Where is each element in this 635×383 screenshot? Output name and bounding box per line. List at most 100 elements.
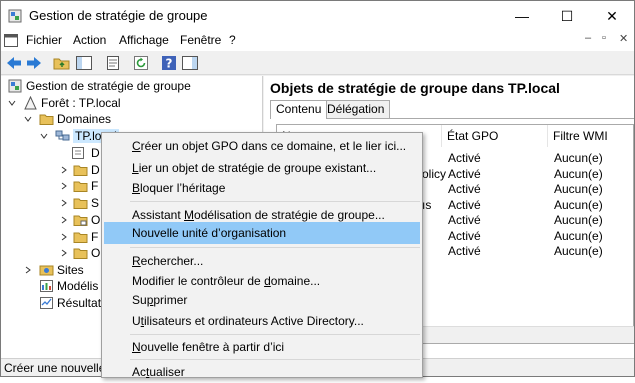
properties-icon[interactable] (104, 54, 122, 72)
status-text: Créer une nouvelle u (4, 361, 116, 375)
ctx-separator (130, 359, 420, 360)
row-state: Activé (448, 151, 481, 165)
close-button[interactable]: ✕ (590, 1, 634, 31)
mdi-minimize-button[interactable]: – (585, 32, 591, 44)
row-wmi: Aucun(e) (554, 167, 603, 181)
chevron-right-icon[interactable] (24, 266, 32, 274)
ctx-aduc[interactable]: Utilisateurs et ordinateurs Active Direc… (104, 310, 420, 332)
gpmc-root-icon (8, 79, 22, 93)
menu-action[interactable]: Action (73, 33, 106, 47)
chevron-right-icon[interactable] (60, 216, 68, 224)
chevron-down-icon[interactable] (8, 99, 16, 107)
row-state: Activé (448, 167, 481, 181)
action-pane-icon[interactable] (181, 54, 199, 72)
ctx-accel: C (132, 139, 141, 153)
tab-contenu[interactable]: Contenu (270, 100, 328, 119)
ctx-label-post: loquer l’héritage (140, 181, 226, 195)
sites-icon (39, 265, 54, 276)
ctx-accel: d (264, 274, 271, 288)
ctx-refresh[interactable]: Actualiser (104, 361, 420, 383)
ctx-label-pre: U (132, 314, 141, 328)
chevron-right-icon[interactable] (60, 233, 68, 241)
ctx-new-window[interactable]: Nouvelle fenêtre à partir d’ici (104, 336, 420, 358)
window-title: Gestion de stratégie de groupe (29, 8, 208, 23)
ctx-link-gpo[interactable]: Lier un objet de stratégie de groupe exi… (104, 157, 420, 179)
row-state: Activé (448, 229, 481, 243)
back-arrow-icon[interactable] (5, 54, 23, 72)
chevron-right-icon[interactable] (60, 182, 68, 190)
folder-icon (73, 198, 88, 209)
row-name: olicy (422, 167, 447, 181)
ctx-label-pre: Su (132, 293, 147, 307)
title-bar: Gestion de stratégie de groupe — ☐ ✕ (1, 1, 634, 31)
app-window: Gestion de stratégie de groupe — ☐ ✕ Fic… (0, 0, 635, 379)
domain-icon (55, 130, 70, 141)
ctx-label-post: omaine... (270, 274, 321, 288)
menu-fenetre[interactable]: Fenêtre (180, 33, 221, 47)
row-name: ıs (422, 198, 432, 212)
context-menu: Créer un objet GPO dans ce domaine, et l… (101, 132, 423, 379)
row-state: Activé (448, 244, 481, 258)
chevron-down-icon[interactable] (40, 132, 48, 140)
show-tree-icon[interactable] (75, 54, 93, 72)
ctx-label-post: ier un objet de stratégie de groupe exis… (138, 161, 377, 175)
ctx-label-post: réer un objet GPO dans ce domaine, et le… (140, 139, 407, 153)
row-wmi: Aucun(e) (554, 151, 603, 165)
svg-text:?: ? (166, 57, 173, 71)
gpmc-app-icon (8, 9, 22, 23)
row-state: Activé (448, 198, 481, 212)
mdi-restore-button[interactable]: ▫ (602, 32, 606, 44)
results-icon (40, 297, 53, 309)
row-state: Activé (448, 182, 481, 196)
ctx-accel: B (132, 181, 141, 195)
tab-delegation[interactable]: Délégation (321, 100, 391, 118)
folder-icon (73, 248, 88, 259)
chevron-right-icon[interactable] (60, 166, 68, 174)
row-state: Activé (448, 213, 481, 227)
minimize-button[interactable]: — (500, 1, 544, 31)
menu-affichage[interactable]: Affichage (119, 33, 169, 47)
mdi-window-icon[interactable] (4, 34, 18, 47)
ou-folder-icon (73, 215, 88, 226)
menu-help[interactable]: ? (229, 33, 236, 47)
up-folder-icon[interactable] (53, 54, 71, 72)
pane-heading: Objets de stratégie de groupe dans TP.lo… (270, 80, 560, 96)
column-header-wmi[interactable]: Filtre WMI (548, 125, 633, 147)
ctx-search[interactable]: Rechercher... (104, 250, 420, 272)
row-wmi: Aucun(e) (554, 229, 603, 243)
chevron-down-icon[interactable] (24, 115, 32, 123)
help-icon[interactable]: ? (160, 54, 178, 72)
row-wmi: Aucun(e) (554, 182, 603, 196)
ctx-label-pre: Nouvelle unité d’organisation (132, 226, 287, 240)
ctx-accel: L (132, 161, 139, 175)
ctx-separator (130, 247, 420, 248)
ctx-accel: R (132, 254, 141, 268)
row-wmi: Aucun(e) (554, 244, 603, 258)
row-wmi: Aucun(e) (554, 198, 603, 212)
tree-item-domains[interactable]: Domaines (5, 111, 260, 128)
ctx-label-post: echercher... (140, 254, 204, 268)
ctx-delete[interactable]: Supprimer (104, 289, 420, 311)
tree-item-root[interactable]: Gestion de stratégie de groupe (5, 78, 260, 95)
chevron-right-icon[interactable] (60, 199, 68, 207)
chevron-right-icon[interactable] (60, 249, 68, 257)
refresh-icon[interactable] (132, 54, 150, 72)
mdi-close-button[interactable]: ✕ (619, 32, 628, 45)
ctx-separator (130, 201, 420, 202)
ctx-label-pre: Assistant (132, 208, 185, 222)
maximize-button[interactable]: ☐ (545, 1, 589, 31)
ctx-create-gpo[interactable]: Créer un objet GPO dans ce domaine, et l… (104, 135, 420, 157)
ctx-separator (130, 334, 420, 335)
modeling-icon (40, 280, 53, 292)
menu-fichier[interactable]: Fichier (26, 33, 62, 47)
tree-item-forest[interactable]: Forêt : TP.local (5, 95, 260, 112)
folder-icon (73, 165, 88, 176)
ctx-accel: N (132, 340, 141, 354)
ctx-label-post: ouvelle fenêtre à partir d’ici (140, 340, 285, 354)
folder-icon (73, 181, 88, 192)
forward-arrow-icon[interactable] (25, 54, 43, 72)
column-header-state[interactable]: État GPO (442, 125, 548, 147)
gpo-link-icon (72, 147, 84, 159)
ctx-new-ou[interactable]: Nouvelle unité d’organisation (104, 222, 420, 244)
ctx-block-inheritance[interactable]: Bloquer l’héritage (104, 177, 420, 199)
